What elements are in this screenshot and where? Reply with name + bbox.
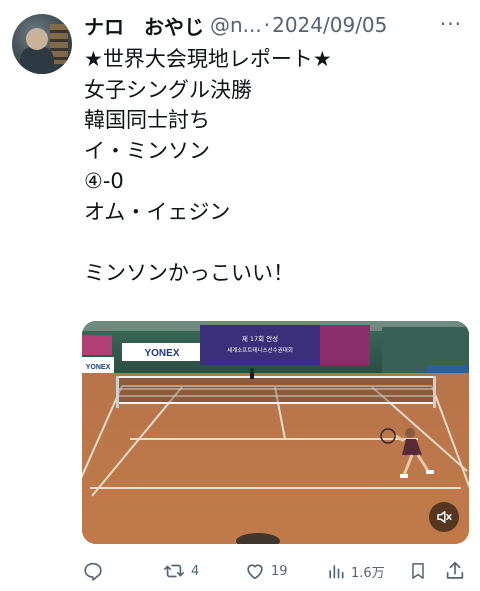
banner-brand: YONEX: [144, 348, 179, 359]
views-button[interactable]: 1.6万: [326, 558, 385, 584]
distant-player: [250, 368, 254, 379]
more-options-icon[interactable]: ···: [440, 12, 462, 36]
tweet-header: ナロ おやじ @n... · 2024/09/05 ···: [84, 10, 464, 40]
retweet-icon: [164, 564, 184, 578]
side-brand: YONEX: [86, 364, 111, 371]
retweet-count: 4: [191, 563, 200, 579]
avatar-person-head: [26, 28, 48, 50]
like-count: 19: [271, 563, 288, 579]
reply-button[interactable]: [82, 558, 109, 584]
tweet-line: 女子シングル決勝: [84, 77, 252, 102]
reply-icon: [84, 562, 102, 581]
avatar-person-body: [20, 46, 54, 74]
tweet-text: ★世界大会現地レポート★ 女子シングル決勝 韓国同士討ち イ・ミンソン ④-0 …: [84, 44, 464, 288]
bookmark-button[interactable]: [408, 558, 428, 584]
share-button[interactable]: [444, 558, 466, 584]
tweet-line: ★世界大会現地レポート★: [84, 47, 332, 71]
tweet-line: [84, 227, 464, 258]
tweet-date[interactable]: 2024/09/05: [272, 13, 387, 37]
like-button[interactable]: 19: [244, 558, 288, 584]
tweet-line: 韓国同士討ち: [84, 108, 210, 132]
views-count: 1.6万: [351, 565, 385, 581]
bookmark-icon: [412, 563, 424, 579]
display-name[interactable]: ナロ おやじ: [84, 11, 204, 40]
user-handle[interactable]: @n...: [210, 13, 262, 37]
heart-icon: [247, 564, 263, 580]
tweet-line: オム・イェジン: [84, 199, 231, 224]
banner-title: 제 17회 안성: [242, 334, 278, 343]
tennis-court-video-frame: YONEX 제 17회 안성 세계소프트테니스선수권대회 YONEX: [82, 321, 469, 544]
tweet-line: ミンソンかっこいい！: [84, 260, 294, 285]
tweet-line: イ・ミンソン: [84, 138, 210, 163]
avatar[interactable]: [12, 14, 72, 74]
retweet-button[interactable]: 4: [162, 558, 199, 584]
tennis-net: [116, 376, 436, 408]
speaker-muted-icon[interactable]: [429, 502, 459, 532]
views-chart-icon: [329, 565, 344, 579]
video-player[interactable]: YONEX 제 17회 안성 세계소프트테니스선수권대회 YONEX: [82, 321, 469, 544]
tweet-line: ④-0: [84, 169, 124, 193]
banner-subtitle: 세계소프트테니스선수권대회: [227, 346, 293, 354]
separator-dot: ·: [263, 13, 271, 37]
share-icon: [446, 561, 464, 579]
tweet-actions: 4 19 1.6万: [82, 558, 469, 584]
event-banner: [200, 325, 320, 365]
